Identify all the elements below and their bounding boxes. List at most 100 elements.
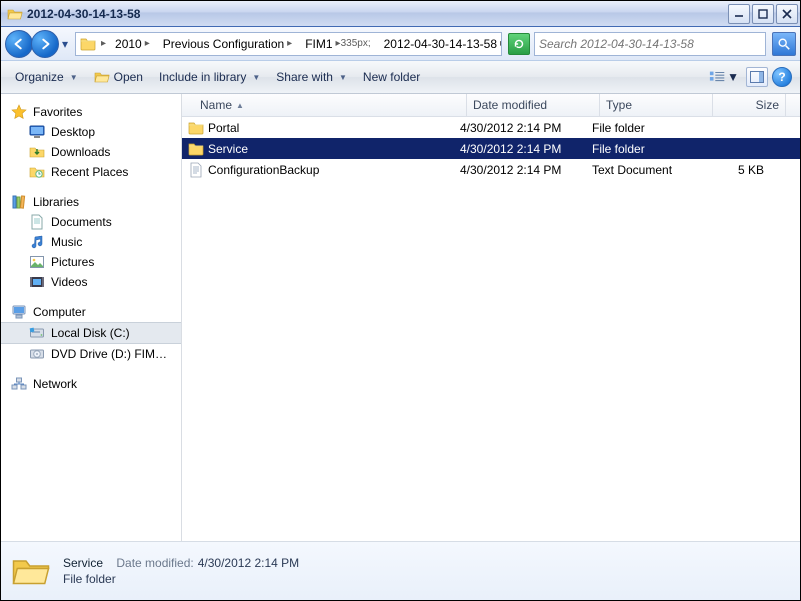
chevron-down-icon: ▼ — [252, 73, 260, 82]
tree-dvd-drive[interactable]: DVD Drive (D:) FIM2010 — [1, 344, 181, 364]
file-date: 4/30/2012 2:14 PM — [454, 142, 586, 156]
column-date[interactable]: Date modified — [467, 94, 600, 116]
tree-label: Downloads — [51, 145, 110, 159]
desktop-icon — [29, 124, 45, 140]
file-row[interactable]: Portal4/30/2012 2:14 PMFile folder — [182, 117, 800, 138]
command-bar: Organize▼ Open Include in library▼ Share… — [1, 61, 800, 94]
tree-label: Music — [51, 235, 82, 249]
chevron-right-icon[interactable]: ▸ — [497, 38, 502, 49]
chevron-down-icon: ▼ — [727, 70, 739, 84]
breadcrumb-segment[interactable]: Previous Configuration▸ — [157, 33, 299, 55]
file-row[interactable]: Service 4/30/2012 2:14 PMFile folder — [182, 138, 800, 159]
file-rows[interactable]: Portal4/30/2012 2:14 PMFile folderServic… — [182, 117, 800, 541]
window-title: 2012-04-30-14-13-58 — [27, 7, 140, 21]
search-box[interactable] — [534, 32, 766, 56]
folder-icon — [188, 141, 204, 157]
file-row[interactable]: ConfigurationBackup4/30/2012 2:14 PMText… — [182, 159, 800, 180]
breadcrumb-segment[interactable]: FIM1▸335px; — [299, 33, 377, 55]
tree-label: Pictures — [51, 255, 94, 269]
tree-label: Favorites — [33, 105, 82, 119]
chevron-down-icon: ▼ — [70, 73, 78, 82]
tree-downloads[interactable]: Downloads — [1, 142, 181, 162]
details-type: File folder — [63, 572, 116, 586]
tree-local-disk[interactable]: Local Disk (C:) — [1, 322, 181, 344]
downloads-icon — [29, 144, 45, 160]
videos-icon — [29, 274, 45, 290]
chevron-right-icon[interactable]: ▸ — [142, 38, 153, 49]
breadcrumb-segment[interactable]: 2012-04-30-14-13-58▸ — [378, 33, 502, 55]
file-list: Name▲ Date modified Type Size Portal4/30… — [182, 94, 800, 541]
file-name: ConfigurationBackup — [208, 163, 319, 177]
file-name: Portal — [208, 121, 239, 135]
chevron-right-icon[interactable]: ▸ — [98, 38, 109, 49]
back-button[interactable] — [5, 30, 33, 58]
maximize-button[interactable] — [752, 4, 774, 24]
music-icon — [29, 234, 45, 250]
include-library-menu[interactable]: Include in library▼ — [153, 68, 266, 86]
search-input[interactable] — [535, 37, 765, 51]
folder-icon — [80, 36, 96, 52]
explorer-window: 2012-04-30-14-13-58 ▾ ▸ 2010▸ Previous C… — [0, 0, 801, 601]
breadcrumb-label: 2012-04-30-14-13-58 — [384, 37, 497, 51]
column-type[interactable]: Type — [600, 94, 713, 116]
file-name: Service — [208, 142, 248, 156]
breadcrumb-segment[interactable]: 2010▸ — [109, 33, 157, 55]
document-icon — [29, 214, 45, 230]
tree-documents[interactable]: Documents — [1, 212, 181, 232]
chevron-right-icon[interactable]: ▸335px; — [333, 38, 374, 49]
search-button[interactable] — [772, 32, 796, 56]
organize-menu[interactable]: Organize▼ — [9, 68, 84, 86]
tree-label: Desktop — [51, 125, 95, 139]
tree-label: Documents — [51, 215, 112, 229]
column-headers: Name▲ Date modified Type Size — [182, 94, 800, 117]
title-bar[interactable]: 2012-04-30-14-13-58 — [1, 1, 800, 27]
tree-network[interactable]: Network — [1, 374, 181, 394]
tree-music[interactable]: Music — [1, 232, 181, 252]
tree-desktop[interactable]: Desktop — [1, 122, 181, 142]
details-name: Service — [63, 556, 103, 570]
folder-icon — [188, 120, 204, 136]
breadcrumb-label: 2010 — [115, 37, 142, 51]
view-selector[interactable]: ▼ — [706, 68, 742, 86]
file-type: File folder — [586, 142, 698, 156]
tree-videos[interactable]: Videos — [1, 272, 181, 292]
help-button[interactable]: ? — [772, 67, 792, 87]
folder-open-icon — [11, 551, 51, 591]
chevron-right-icon[interactable]: ▸ — [284, 38, 295, 49]
computer-icon — [11, 304, 27, 320]
tree-libraries[interactable]: Libraries — [1, 192, 181, 212]
tree-recent[interactable]: Recent Places — [1, 162, 181, 182]
network-icon — [11, 376, 27, 392]
text-file-icon — [188, 162, 204, 178]
preview-pane-button[interactable] — [746, 67, 768, 87]
breadcrumb-label: Previous Configuration — [163, 37, 284, 51]
minimize-button[interactable] — [728, 4, 750, 24]
tree-favorites[interactable]: Favorites — [1, 102, 181, 122]
refresh-button[interactable] — [508, 33, 530, 55]
chevron-down-icon: ▼ — [339, 73, 347, 82]
open-button[interactable]: Open — [88, 67, 149, 87]
new-folder-button[interactable]: New folder — [357, 68, 426, 86]
column-name[interactable]: Name▲ — [182, 94, 467, 116]
folder-open-icon — [94, 69, 110, 85]
tree-label: Local Disk (C:) — [51, 326, 130, 340]
column-size[interactable]: Size — [713, 94, 786, 116]
details-pane: Service Date modified:4/30/2012 2:14 PM … — [1, 541, 800, 600]
details-date: 4/30/2012 2:14 PM — [198, 556, 299, 570]
close-button[interactable] — [776, 4, 798, 24]
forward-button[interactable] — [31, 30, 59, 58]
folder-icon — [7, 6, 23, 22]
history-dropdown[interactable]: ▾ — [59, 30, 71, 58]
breadcrumb[interactable]: ▸ 2010▸ Previous Configuration▸ FIM1▸335… — [75, 32, 502, 56]
column-filler — [786, 94, 800, 116]
share-with-menu[interactable]: Share with▼ — [270, 68, 353, 86]
navigation-pane[interactable]: Favorites Desktop Downloads Recent Place… — [1, 94, 182, 541]
dvd-icon — [29, 346, 45, 362]
star-icon — [11, 104, 27, 120]
tree-computer[interactable]: Computer — [1, 302, 181, 322]
file-type: Text Document — [586, 163, 698, 177]
tree-label: Computer — [33, 305, 86, 319]
nav-bar: ▾ ▸ 2010▸ Previous Configuration▸ FIM1▸3… — [1, 27, 800, 61]
tree-label: Videos — [51, 275, 87, 289]
tree-pictures[interactable]: Pictures — [1, 252, 181, 272]
